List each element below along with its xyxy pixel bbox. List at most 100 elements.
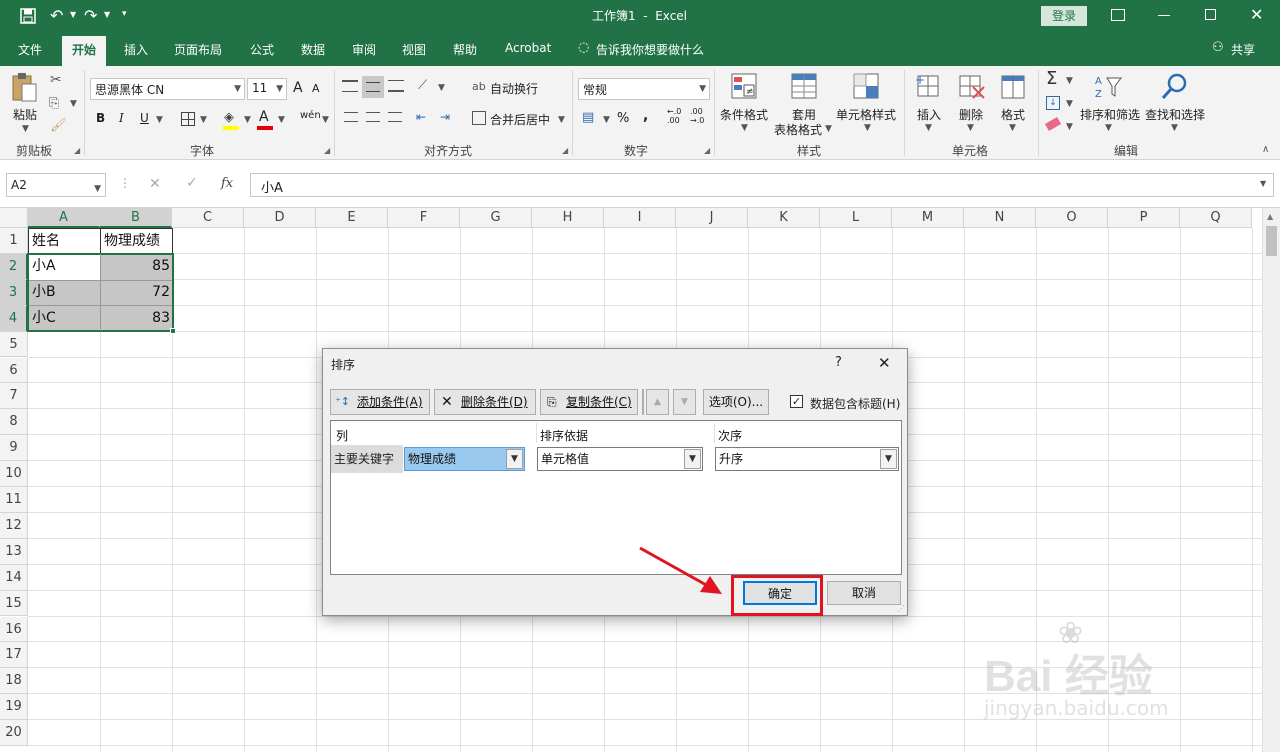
format-painter-icon[interactable]: 🖌 [50,118,67,133]
close-window-icon[interactable]: ✕ [1250,5,1263,24]
add-level-button[interactable]: ⁺↕ 添加条件(A) [330,389,430,415]
align-bottom-icon[interactable] [388,80,404,92]
column-header-l[interactable]: L [820,208,892,228]
cell-b3[interactable]: 72 [101,280,173,305]
format-cells-icon[interactable] [998,72,1028,102]
orientation-dropdown-icon[interactable]: ▼ [438,83,445,93]
sort-column-combo[interactable]: 物理成绩 ▼ [404,447,525,471]
sort-column-dropdown-icon[interactable]: ▼ [506,449,523,469]
font-color-button[interactable]: A [259,109,269,125]
tab-file[interactable]: 文件 [18,41,42,58]
font-size-combo[interactable]: 11 ▼ [247,78,287,100]
name-box-dropdown-icon[interactable]: ▼ [94,180,101,198]
fill-icon[interactable]: ↓ [1046,96,1060,110]
dialog-help-button[interactable]: ? [835,355,842,370]
row-header-10[interactable]: 10 [0,461,28,487]
order-dropdown-icon[interactable]: ▼ [880,449,897,469]
number-format-dropdown-icon[interactable]: ▼ [699,84,706,94]
row-header-8[interactable]: 8 [0,409,28,436]
find-select-button[interactable]: 查找和选择 [1145,106,1205,123]
expand-formula-icon[interactable]: ▼ [1260,179,1266,188]
format-as-table-label-2[interactable]: 表格格式 [774,121,822,138]
row-header-19[interactable]: 19 [0,694,28,721]
tab-home[interactable]: 开始 [62,36,107,66]
align-right-icon[interactable] [388,112,402,122]
cell-b2[interactable]: 85 [101,254,173,279]
format-cells-button[interactable]: 格式 [1001,106,1025,123]
paste-button-label[interactable]: 粘贴 [13,106,37,123]
cell-styles-icon[interactable] [852,72,882,102]
accounting-dropdown-icon[interactable]: ▼ [603,115,610,125]
scroll-thumb[interactable] [1266,226,1277,256]
column-header-d[interactable]: D [244,208,316,228]
italic-button[interactable]: I [119,111,124,125]
copy-icon[interactable]: ⎘ [49,96,59,111]
align-left-icon[interactable] [344,112,358,122]
row-header-14[interactable]: 14 [0,564,28,591]
column-header-g[interactable]: G [460,208,532,228]
has-header-checkbox[interactable]: ✓ [790,395,803,408]
row-header-1[interactable]: 1 [0,228,28,254]
redo-icon[interactable]: ↷ [84,6,97,25]
row-header-7[interactable]: 7 [0,383,28,410]
bold-button[interactable]: B [96,111,105,125]
name-box[interactable]: A2 ▼ [6,173,106,197]
fill-color-dropdown-icon[interactable]: ▼ [244,115,251,125]
tab-view[interactable]: 视图 [402,41,426,58]
restore-icon[interactable] [1205,9,1216,20]
align-top-icon[interactable] [342,80,358,92]
find-select-icon[interactable] [1160,72,1190,102]
cell-b4[interactable]: 83 [101,306,173,331]
cell-a1[interactable]: 姓名 [29,229,63,254]
cell-a4[interactable]: 小C [29,306,59,331]
format-cells-dropdown-icon[interactable]: ▼ [1009,123,1016,133]
phonetic-button[interactable]: wén [300,110,321,121]
row-header-13[interactable]: 13 [0,538,28,565]
conditional-formatting-dropdown-icon[interactable]: ▼ [741,123,748,133]
fill-dropdown-icon[interactable]: ▼ [1066,99,1073,109]
tab-data[interactable]: 数据 [301,41,325,58]
number-format-combo[interactable]: 常规 ▼ [578,78,710,100]
insert-cells-button[interactable]: 插入 [917,106,941,123]
row-header-4[interactable]: 4 [0,305,28,332]
insert-cells-icon[interactable]: + [914,72,944,102]
row-header-11[interactable]: 11 [0,487,28,513]
grow-font-button[interactable]: A [293,80,303,96]
tell-me-search[interactable]: 告诉我你想要做什么 [596,41,704,58]
increase-decimal-button[interactable]: ←.0 .00 [667,107,681,125]
cancel-entry-icon[interactable]: ✕ [149,176,161,192]
column-header-o[interactable]: O [1036,208,1108,228]
underline-dropdown-icon[interactable]: ▼ [156,115,163,125]
format-as-table-dropdown-icon[interactable]: ▼ [825,124,832,134]
increase-indent-icon[interactable]: ⇥ [440,110,450,124]
column-header-j[interactable]: J [676,208,748,228]
move-down-button[interactable]: ▼ [673,389,696,415]
cell-a3[interactable]: 小B [29,280,59,305]
delete-cells-icon[interactable] [956,72,986,102]
borders-dropdown-icon[interactable]: ▼ [200,115,207,125]
move-up-button[interactable]: ▲ [646,389,669,415]
decrease-decimal-button[interactable]: .00 →.0 [690,107,704,125]
column-header-k[interactable]: K [748,208,820,228]
column-header-m[interactable]: M [892,208,964,228]
paste-icon[interactable] [10,72,40,102]
delete-level-button[interactable]: ✕ 删除条件(D) [434,389,536,415]
row-header-9[interactable]: 9 [0,435,28,462]
delete-cells-button[interactable]: 删除 [959,106,983,123]
merge-center-icon[interactable] [472,111,486,125]
redo-dropdown-icon[interactable]: ▼ [104,10,110,19]
column-header-q[interactable]: Q [1180,208,1252,228]
shrink-font-button[interactable]: A [312,82,320,95]
borders-icon[interactable] [181,112,195,126]
copy-dropdown-icon[interactable]: ▼ [70,99,77,109]
column-header-b[interactable]: B [100,208,172,228]
tab-insert[interactable]: 插入 [124,41,148,58]
row-header-5[interactable]: 5 [0,331,28,358]
column-header-f[interactable]: F [388,208,460,228]
autosum-icon[interactable]: Σ [1046,68,1057,89]
align-center-icon[interactable] [366,112,380,122]
tab-formulas[interactable]: 公式 [250,41,274,58]
wrap-text-button[interactable]: 自动换行 [490,80,538,97]
merge-center-button[interactable]: 合并后居中 [490,111,550,128]
paste-dropdown-icon[interactable]: ▼ [22,124,29,134]
